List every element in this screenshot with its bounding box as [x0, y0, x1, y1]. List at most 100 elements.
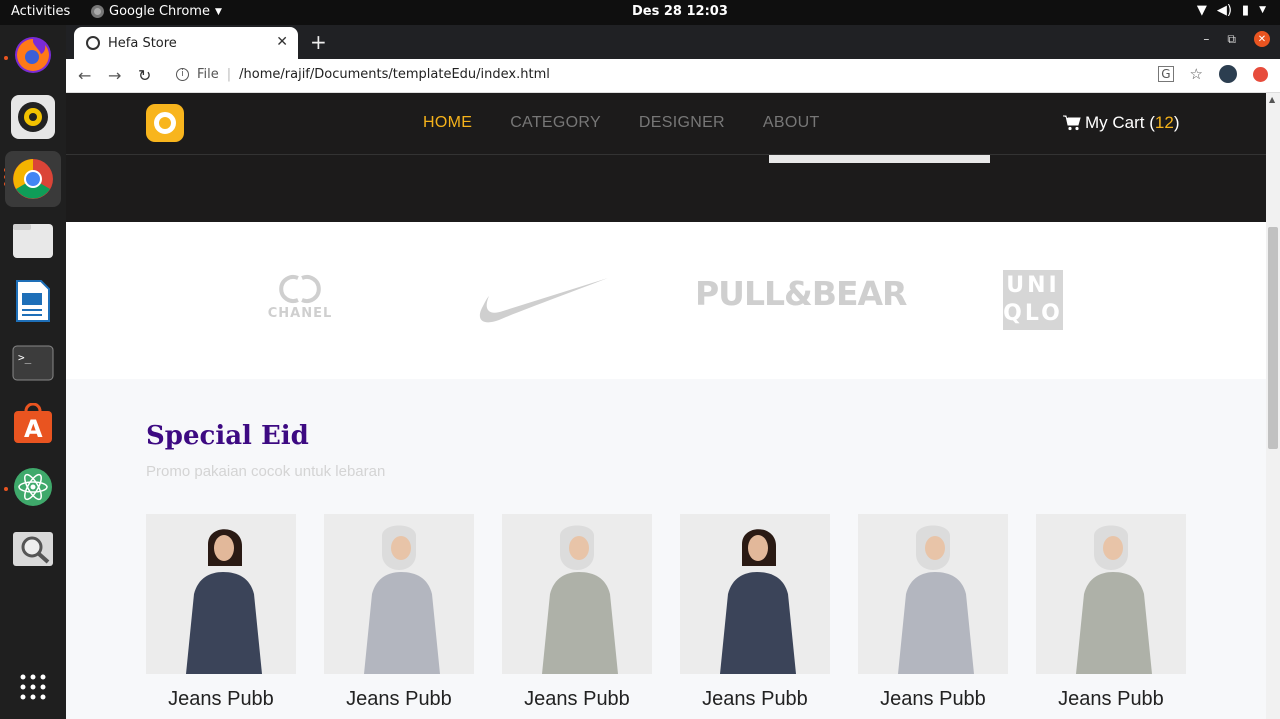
url-text[interactable]: /home/rajif/Documents/templateEdu/index.… — [239, 67, 550, 82]
wifi-icon: ▼ — [1196, 3, 1207, 18]
terminal-icon[interactable]: >_ — [11, 341, 55, 385]
product-name[interactable]: Jeans Pubb — [502, 688, 652, 711]
product-name[interactable]: Jeans Pubb — [324, 688, 474, 711]
product-card[interactable]: Jeans Pubb — [858, 514, 1008, 711]
product-name[interactable]: Jeans Pubb — [680, 688, 830, 711]
cart-icon — [1063, 115, 1081, 131]
product-image[interactable] — [858, 514, 1008, 674]
minimize-icon[interactable]: – — [1203, 32, 1209, 46]
nike-swoosh-icon — [479, 278, 608, 323]
section-subtitle: Promo pakaian cocok untuk lebaran — [146, 463, 386, 480]
section-title: Special Eid — [146, 421, 309, 451]
nav-designer[interactable]: DESIGNER — [639, 114, 725, 132]
brand-strip: CHANEL PULL&BEAR UNI QLO — [66, 222, 1266, 379]
chrome-small-icon — [91, 5, 104, 18]
chanel-logo-icon — [279, 275, 321, 303]
product-card[interactable]: Jeans Pubb — [502, 514, 652, 711]
app-menu-label: Google Chrome — [109, 4, 210, 19]
maximize-icon[interactable]: ⧉ — [1227, 32, 1236, 47]
site-logo[interactable] — [146, 104, 184, 142]
volume-icon: ◀) — [1216, 3, 1232, 18]
forward-icon[interactable]: → — [108, 66, 121, 85]
special-eid-section: Special Eid Promo pakaian cocok untuk le… — [66, 379, 1266, 719]
close-tab-icon[interactable]: ✕ — [276, 34, 288, 50]
svg-text:>_: >_ — [18, 351, 32, 364]
nav-home[interactable]: HOME — [423, 114, 472, 132]
cart-label-end: ) — [1173, 113, 1180, 132]
running-indicator — [4, 487, 8, 491]
atom-icon[interactable] — [11, 465, 55, 509]
info-icon[interactable]: i — [176, 68, 189, 81]
clock[interactable]: Des 28 12:03 — [632, 4, 728, 19]
app-menu[interactable]: Google Chrome ▼ — [91, 4, 222, 19]
toolbar-actions: G ☆ — [1158, 65, 1268, 83]
extension-icon[interactable] — [1253, 66, 1268, 82]
activities-button[interactable]: Activities — [11, 4, 70, 19]
logo-ring-icon — [154, 112, 176, 134]
profile-avatar[interactable] — [1219, 65, 1237, 83]
translate-icon[interactable]: G — [1158, 66, 1174, 82]
files-icon[interactable] — [11, 219, 55, 263]
page-scrollbar[interactable]: ▲ — [1266, 93, 1280, 719]
svg-text:A: A — [24, 415, 43, 443]
uniqlo-line-2: QLO — [1003, 301, 1063, 326]
window-controls: – ⧉ ✕ — [1203, 31, 1270, 47]
product-image[interactable] — [146, 514, 296, 674]
os-top-bar: Activities Google Chrome ▼ Des 28 12:03 … — [0, 0, 1280, 25]
address-bar[interactable]: i File | /home/rajif/Documents/templateE… — [176, 67, 550, 82]
brand-uniqlo: UNI QLO — [1003, 270, 1063, 330]
hero-section: HOME CATEGORY DESIGNER ABOUT My Cart (12… — [66, 93, 1266, 222]
brand-chanel: CHANEL — [265, 274, 335, 321]
bookmark-star-icon[interactable]: ☆ — [1190, 65, 1203, 83]
system-tray[interactable]: ▼ ◀) ▮ ▼ — [1197, 3, 1266, 18]
tab-title: Hefa Store — [108, 35, 177, 51]
brand-nike — [477, 276, 609, 330]
file-label: File — [197, 67, 219, 82]
product-name[interactable]: Jeans Pubb — [1036, 688, 1186, 711]
battery-icon: ▮ — [1241, 3, 1250, 18]
new-tab-icon[interactable]: + — [310, 30, 327, 54]
show-applications-icon[interactable] — [11, 665, 55, 709]
chevron-down-icon: ▼ — [214, 6, 222, 17]
uniqlo-line-1: UNI — [1006, 273, 1060, 298]
product-image[interactable] — [1036, 514, 1186, 674]
address-divider: | — [226, 67, 232, 82]
back-icon[interactable]: ← — [78, 66, 91, 85]
product-card[interactable]: Jeans Pubb — [680, 514, 830, 711]
product-image[interactable] — [680, 514, 830, 674]
product-card[interactable]: Jeans Pubb — [146, 514, 296, 711]
scroll-up-icon[interactable]: ▲ — [1269, 95, 1275, 104]
chanel-wordmark: CHANEL — [267, 306, 333, 321]
close-window-icon[interactable]: ✕ — [1254, 31, 1270, 47]
nav-about[interactable]: ABOUT — [763, 114, 820, 132]
ubuntu-software-icon[interactable]: A — [11, 402, 55, 446]
product-card[interactable]: Jeans Pubb — [324, 514, 474, 711]
rhythmbox-icon[interactable] — [11, 95, 55, 139]
globe-icon — [86, 36, 100, 50]
browser-chrome: Hefa Store ✕ + – ⧉ ✕ ← → ↻ i File | /hom… — [66, 25, 1280, 93]
power-menu-icon: ▼ — [1259, 5, 1266, 15]
image-viewer-icon[interactable] — [11, 527, 55, 571]
cart-link[interactable]: My Cart (12) — [1063, 113, 1179, 133]
chrome-icon[interactable] — [5, 151, 61, 207]
nav-category[interactable]: CATEGORY — [510, 114, 601, 132]
cart-count: 12 — [1154, 113, 1174, 132]
tab-hefa-store[interactable]: Hefa Store ✕ — [74, 27, 298, 59]
product-image[interactable] — [502, 514, 652, 674]
site-navbar: HOME CATEGORY DESIGNER ABOUT My Cart (12… — [66, 93, 1266, 155]
brand-pull-and-bear: PULL&BEAR — [695, 274, 907, 313]
web-page: HOME CATEGORY DESIGNER ABOUT My Cart (12… — [66, 93, 1266, 719]
product-name[interactable]: Jeans Pubb — [146, 688, 296, 711]
firefox-icon[interactable] — [11, 33, 55, 77]
product-image[interactable] — [324, 514, 474, 674]
cart-label: My Cart ( — [1085, 113, 1155, 132]
running-indicator — [4, 56, 8, 60]
main-menu: HOME CATEGORY DESIGNER ABOUT — [423, 114, 820, 132]
scrollbar-thumb[interactable] — [1268, 227, 1278, 449]
product-name[interactable]: Jeans Pubb — [858, 688, 1008, 711]
toolbar: ← → ↻ i File | /home/rajif/Documents/tem… — [66, 59, 1280, 93]
libreoffice-writer-icon[interactable] — [11, 279, 55, 323]
product-card[interactable]: Jeans Pubb — [1036, 514, 1186, 711]
hero-image — [769, 155, 990, 163]
reload-icon[interactable]: ↻ — [138, 66, 151, 85]
